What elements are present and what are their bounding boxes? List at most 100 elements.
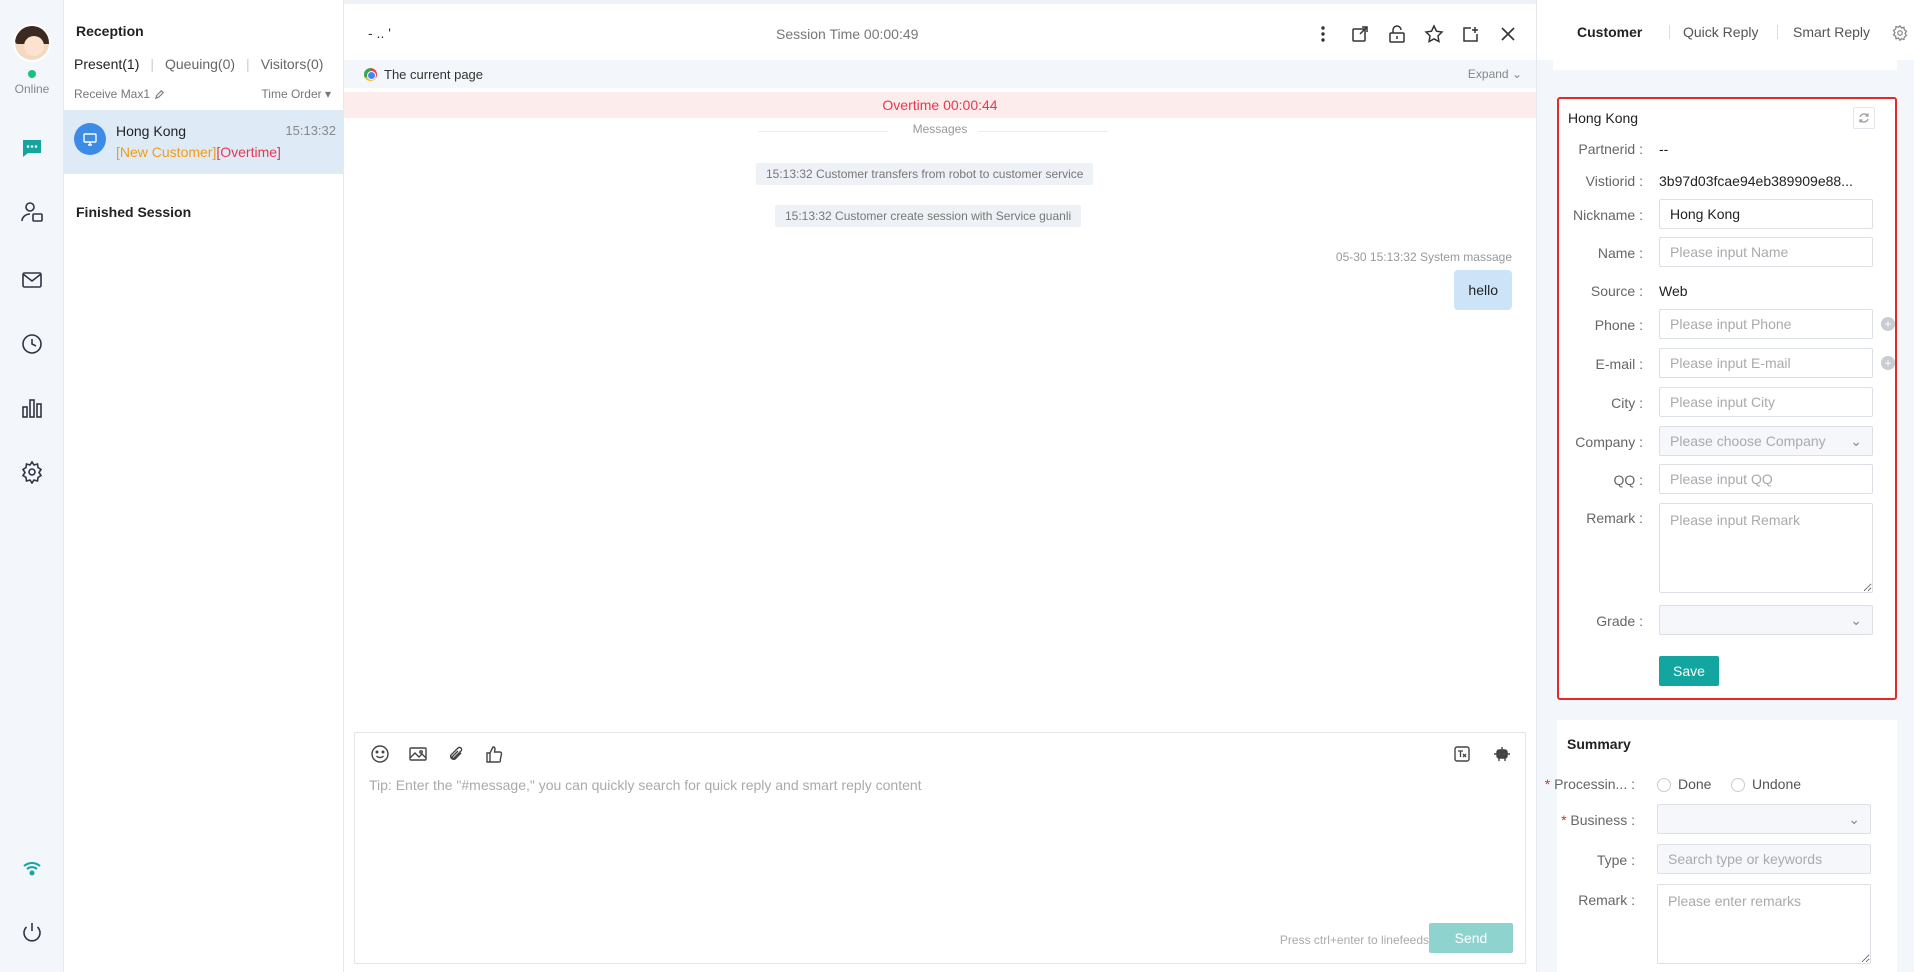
partnerid-value: --: [1659, 141, 1669, 157]
summary-title: Summary: [1567, 736, 1631, 752]
company-select[interactable]: Please choose Company ⌄: [1659, 426, 1873, 456]
phone-label: Phone: [1595, 317, 1643, 333]
panel-settings-icon[interactable]: [1891, 24, 1909, 42]
customer-title: Hong Kong: [1568, 110, 1639, 126]
current-page-label[interactable]: The current page: [384, 67, 483, 82]
messages-divider: Messages: [344, 122, 1536, 140]
refresh-icon[interactable]: [1853, 107, 1875, 129]
visitorid-label: Vistiorid: [1586, 173, 1643, 189]
visitor-name: - .. ': [368, 25, 391, 41]
customer-info-card: Hong Kong Partnerid -- Vistiorid 3b97d03…: [1557, 97, 1897, 700]
qq-label: QQ: [1613, 472, 1643, 488]
type-label: Type: [1597, 852, 1635, 868]
power-icon[interactable]: [20, 920, 44, 944]
translate-icon[interactable]: [1451, 743, 1473, 765]
session-tabs: Present(1) | Queuing(0) | Visitors(0): [74, 56, 324, 72]
message-meta: 05-30 15:13:32 System massage: [1335, 250, 1512, 264]
session-time-label: Session Time 00:00:49: [776, 26, 919, 42]
done-label[interactable]: Done: [1678, 776, 1711, 792]
city-label: City: [1611, 395, 1643, 411]
remark-field[interactable]: [1659, 503, 1873, 593]
emoji-icon[interactable]: [369, 743, 391, 765]
finished-session-header[interactable]: Finished Session: [76, 204, 191, 220]
more-vertical-icon[interactable]: [1311, 22, 1335, 46]
tab-customer[interactable]: Customer: [1577, 24, 1642, 40]
wifi-icon: [20, 856, 44, 880]
reception-title: Reception: [76, 23, 144, 39]
receive-max-label: Receive Max1: [74, 87, 151, 101]
qq-field[interactable]: [1659, 464, 1873, 494]
source-value: Web: [1659, 283, 1688, 299]
add-email-icon[interactable]: +: [1881, 356, 1895, 370]
desktop-icon: [74, 123, 106, 155]
chat-header: - .. ' Session Time 00:00:49: [344, 4, 1536, 60]
processing-label: * Processin...: [1545, 776, 1635, 792]
transfer-icon[interactable]: [1348, 22, 1372, 46]
undone-radio[interactable]: [1731, 778, 1745, 792]
message-input[interactable]: [369, 777, 1509, 907]
robot-icon[interactable]: [1491, 743, 1513, 765]
nickname-field[interactable]: [1659, 199, 1873, 229]
tab-smart-reply[interactable]: Smart Reply: [1793, 24, 1870, 40]
session-item[interactable]: Hong Kong 15:13:32 [New Customer][Overti…: [64, 110, 344, 174]
online-status-label: Online: [14, 82, 50, 96]
session-tags: [New Customer][Overtime]: [116, 144, 281, 160]
expand-label: Expand: [1467, 67, 1509, 81]
visitorid-value: 3b97d03fcae94eb389909e88...: [1659, 173, 1853, 189]
phone-field[interactable]: [1659, 309, 1873, 339]
star-icon[interactable]: [1422, 22, 1446, 46]
email-field[interactable]: [1659, 348, 1873, 378]
clock-icon[interactable]: [20, 332, 44, 356]
tab-quick-reply[interactable]: Quick Reply: [1683, 24, 1758, 40]
chat-toolbar: [1311, 22, 1520, 46]
tab-visitors[interactable]: Visitors(0): [261, 56, 324, 72]
add-phone-icon[interactable]: +: [1881, 317, 1895, 331]
thumbs-up-icon[interactable]: [483, 743, 505, 765]
business-select[interactable]: ⌄: [1657, 804, 1871, 834]
receive-max[interactable]: Receive Max1: [74, 87, 165, 101]
chrome-icon: [364, 68, 377, 81]
session-name: Hong Kong: [116, 123, 187, 139]
done-radio[interactable]: [1657, 778, 1671, 792]
summary-remark-field[interactable]: [1657, 884, 1871, 964]
summary-section: Summary * Processin... Done Undone * Bus…: [1545, 720, 1897, 972]
right-panel: Customer Quick Reply Smart Reply Hong Ko…: [1536, 0, 1914, 972]
grade-select[interactable]: ⌄: [1659, 605, 1873, 635]
online-status-dot: [28, 70, 36, 78]
session-time: 15:13:32: [285, 123, 336, 138]
chevron-down-icon: ⌄: [1850, 432, 1862, 449]
overtime-tag: [Overtime]: [216, 144, 281, 160]
chat-area: - .. ' Session Time 00:00:49 The current…: [344, 0, 1536, 972]
lock-icon[interactable]: [1385, 22, 1409, 46]
panel-tabs: Customer Quick Reply Smart Reply: [1537, 0, 1914, 60]
tab-queuing[interactable]: Queuing(0): [165, 56, 235, 72]
close-icon[interactable]: [1496, 22, 1520, 46]
overtime-banner: Overtime 00:00:44: [344, 92, 1536, 118]
send-button[interactable]: Send: [1429, 923, 1513, 953]
expand-toggle[interactable]: Expand ⌄: [1468, 67, 1522, 81]
system-message: 15:13:32 Customer create session with Se…: [775, 205, 1082, 227]
pencil-icon[interactable]: [154, 89, 165, 100]
company-placeholder: Please choose Company: [1670, 433, 1826, 449]
grade-label: Grade: [1596, 613, 1643, 629]
undone-label[interactable]: Undone: [1752, 776, 1801, 792]
session-list: Reception Present(1) | Queuing(0) | Visi…: [64, 0, 344, 972]
name-field[interactable]: [1659, 237, 1873, 267]
composer-toolbar: [369, 743, 505, 765]
save-button[interactable]: Save: [1659, 656, 1719, 686]
mail-icon[interactable]: [20, 268, 44, 292]
message-composer: Press ctrl+enter to linefeeds Send: [354, 732, 1526, 964]
gear-icon[interactable]: [20, 460, 44, 484]
chat-bubble-icon[interactable]: [20, 136, 44, 160]
time-order-dropdown[interactable]: Time Order ▾: [261, 87, 331, 101]
user-card-icon[interactable]: [20, 200, 44, 224]
city-field[interactable]: [1659, 387, 1873, 417]
add-note-icon[interactable]: [1459, 22, 1483, 46]
summary-remark-label: Remark: [1578, 892, 1635, 908]
paperclip-icon[interactable]: [445, 743, 467, 765]
image-icon[interactable]: [407, 743, 429, 765]
bar-chart-icon[interactable]: [20, 396, 44, 420]
agent-avatar[interactable]: [13, 24, 51, 62]
type-search-field[interactable]: [1657, 844, 1871, 874]
tab-present[interactable]: Present(1): [74, 56, 139, 72]
